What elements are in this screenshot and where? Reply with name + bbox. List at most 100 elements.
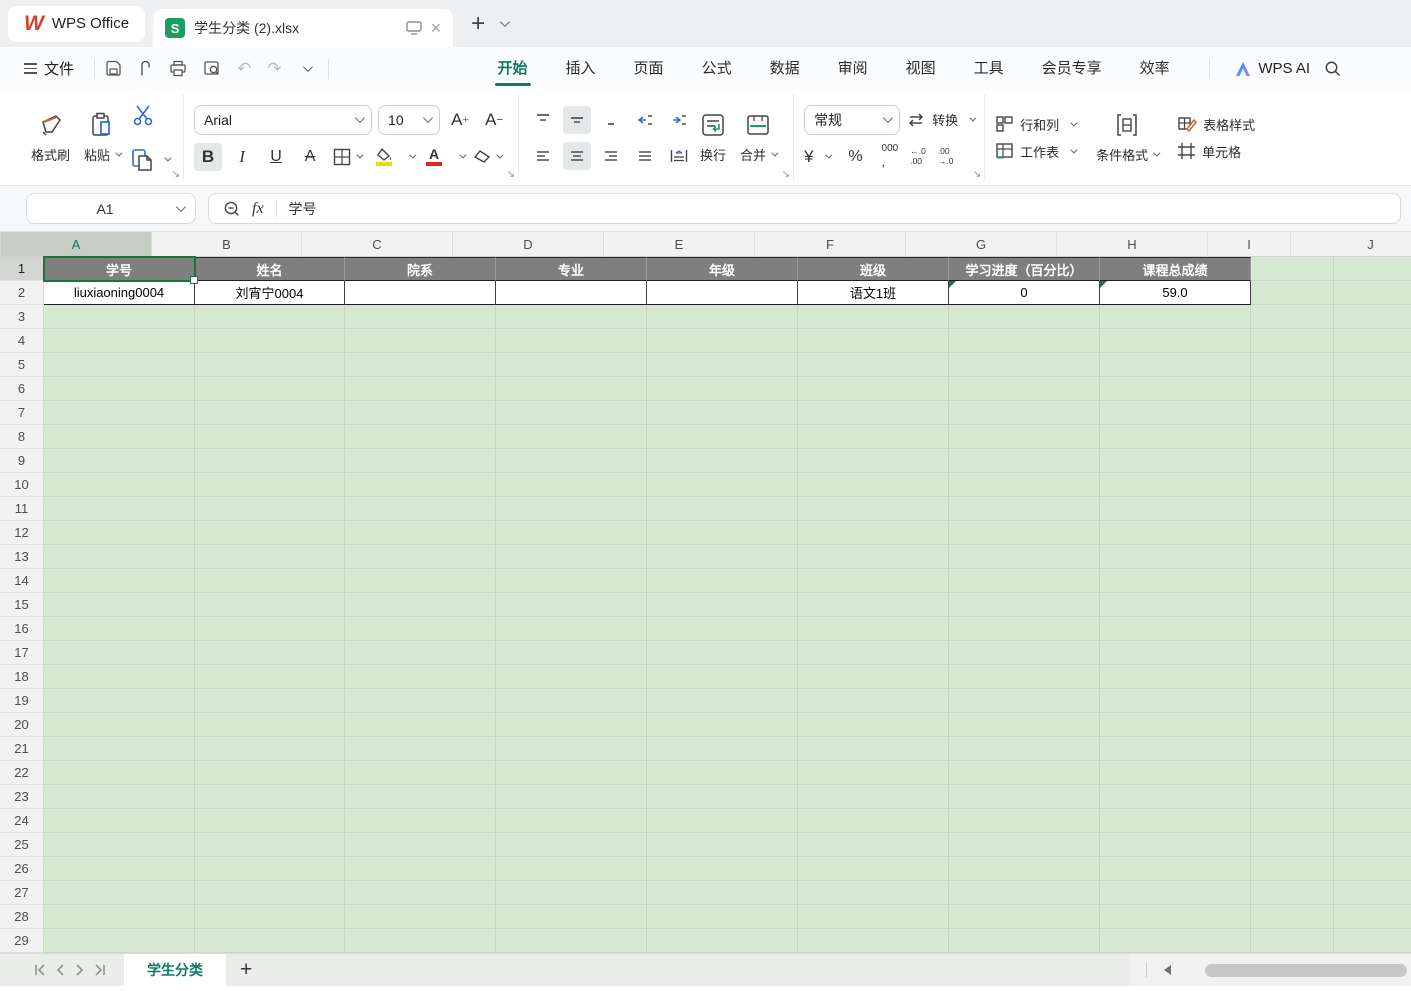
cell-E15[interactable] (647, 593, 798, 617)
cell-B20[interactable] (195, 713, 345, 737)
italic-button[interactable]: I (228, 143, 256, 171)
cell-C3[interactable] (345, 305, 496, 329)
row-header-27[interactable]: 27 (0, 881, 44, 905)
first-sheet-icon[interactable] (34, 964, 46, 976)
cell-H6[interactable] (1100, 377, 1251, 401)
table-style-button[interactable]: 表格样式 (1177, 115, 1255, 134)
cell-D3[interactable] (496, 305, 647, 329)
font-size-combobox[interactable]: 10 (378, 105, 440, 135)
format-painter-button[interactable]: 格式刷 (24, 96, 77, 180)
cell-C8[interactable] (345, 425, 496, 449)
cell-C14[interactable] (345, 569, 496, 593)
cell-I20[interactable] (1251, 713, 1334, 737)
cell-H19[interactable] (1100, 689, 1251, 713)
cell-E11[interactable] (647, 497, 798, 521)
row-header-4[interactable]: 4 (0, 329, 44, 353)
cell-H8[interactable] (1100, 425, 1251, 449)
increase-font-button[interactable]: A+ (446, 106, 474, 134)
cell-H12[interactable] (1100, 521, 1251, 545)
cell-I13[interactable] (1251, 545, 1334, 569)
print-preview-icon[interactable] (203, 60, 221, 77)
formula-input[interactable]: fx 学号 (208, 193, 1401, 224)
cell-H23[interactable] (1100, 785, 1251, 809)
quick-access-chevron-icon[interactable] (302, 62, 312, 72)
cell-E21[interactable] (647, 737, 798, 761)
cell-A24[interactable] (44, 809, 195, 833)
col-header-D[interactable]: D (453, 232, 604, 257)
strikethrough-button[interactable]: A (296, 143, 324, 171)
cell-F11[interactable] (798, 497, 949, 521)
cell-H18[interactable] (1100, 665, 1251, 689)
cell-I6[interactable] (1251, 377, 1334, 401)
row-header-13[interactable]: 13 (0, 545, 44, 569)
menu-tab-insert[interactable]: 插入 (547, 47, 615, 90)
cell-J3[interactable] (1334, 305, 1411, 329)
cell-E24[interactable] (647, 809, 798, 833)
document-tab[interactable]: S 学生分类 (2).xlsx × (153, 9, 453, 47)
cell-E23[interactable] (647, 785, 798, 809)
row-header-10[interactable]: 10 (0, 473, 44, 497)
cell-D15[interactable] (496, 593, 647, 617)
cell-B7[interactable] (195, 401, 345, 425)
cell-J7[interactable] (1334, 401, 1411, 425)
cell-B27[interactable] (195, 881, 345, 905)
cell-E27[interactable] (647, 881, 798, 905)
cell-C1[interactable]: 院系 (345, 257, 496, 281)
cell-C23[interactable] (345, 785, 496, 809)
cell-I25[interactable] (1251, 833, 1334, 857)
cell-J8[interactable] (1334, 425, 1411, 449)
cell-I9[interactable] (1251, 449, 1334, 473)
cell-F20[interactable] (798, 713, 949, 737)
row-header-2[interactable]: 2 (0, 281, 44, 305)
alignment-expander-icon[interactable]: ↘ (782, 169, 790, 180)
cell-B22[interactable] (195, 761, 345, 785)
row-header-19[interactable]: 19 (0, 689, 44, 713)
new-tab-button[interactable]: + (471, 10, 485, 38)
menu-tab-efficiency[interactable]: 效率 (1121, 47, 1189, 90)
cell-B9[interactable] (195, 449, 345, 473)
cell-I11[interactable] (1251, 497, 1334, 521)
cell-C21[interactable] (345, 737, 496, 761)
cell-H5[interactable] (1100, 353, 1251, 377)
cell-H24[interactable] (1100, 809, 1251, 833)
align-right-button[interactable] (597, 142, 625, 170)
cell-F12[interactable] (798, 521, 949, 545)
row-header-22[interactable]: 22 (0, 761, 44, 785)
cell-D2[interactable] (496, 281, 647, 305)
print-icon[interactable] (169, 60, 187, 77)
cell-H20[interactable] (1100, 713, 1251, 737)
cell-J23[interactable] (1334, 785, 1411, 809)
cell-B21[interactable] (195, 737, 345, 761)
cell-C12[interactable] (345, 521, 496, 545)
file-menu-button[interactable]: 文件 (14, 58, 84, 79)
cell-A15[interactable] (44, 593, 195, 617)
cell-I16[interactable] (1251, 617, 1334, 641)
menu-tab-tools[interactable]: 工具 (955, 47, 1023, 90)
spreadsheet-grid[interactable]: ABCDEFGHIJ1学号姓名院系专业年级班级学习进度（百分比）课程总成绩2li… (0, 232, 1411, 953)
cell-D28[interactable] (496, 905, 647, 929)
cell-B24[interactable] (195, 809, 345, 833)
cell-I15[interactable] (1251, 593, 1334, 617)
cell-I29[interactable] (1251, 929, 1334, 953)
align-bottom-button[interactable] (597, 106, 625, 134)
cell-A4[interactable] (44, 329, 195, 353)
row-header-5[interactable]: 5 (0, 353, 44, 377)
cell-H7[interactable] (1100, 401, 1251, 425)
cell-F27[interactable] (798, 881, 949, 905)
cell-H29[interactable] (1100, 929, 1251, 953)
cell-D4[interactable] (496, 329, 647, 353)
cell-I12[interactable] (1251, 521, 1334, 545)
cell-C6[interactable] (345, 377, 496, 401)
underline-button[interactable]: U (262, 143, 290, 171)
cell-J27[interactable] (1334, 881, 1411, 905)
cell-G18[interactable] (949, 665, 1100, 689)
cell-G1[interactable]: 学习进度（百分比） (949, 257, 1100, 281)
cell-F24[interactable] (798, 809, 949, 833)
cell-J29[interactable] (1334, 929, 1411, 953)
cell-F25[interactable] (798, 833, 949, 857)
menu-tab-data[interactable]: 数据 (751, 47, 819, 90)
cell-J6[interactable] (1334, 377, 1411, 401)
cell-C11[interactable] (345, 497, 496, 521)
cell-B26[interactable] (195, 857, 345, 881)
cell-F4[interactable] (798, 329, 949, 353)
